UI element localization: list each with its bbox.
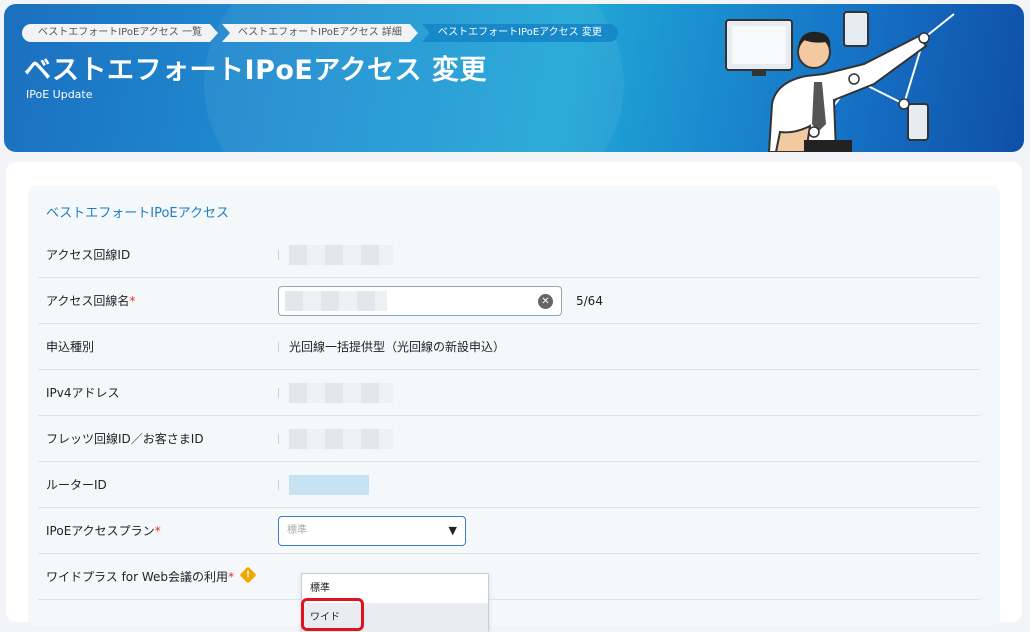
form-panel: ベストエフォートIPoEアクセス アクセス回線ID アクセス回線名* ✕ 5/6… bbox=[28, 186, 1000, 632]
wide-plus-label: ワイドプラス for Web会議の利用 bbox=[46, 570, 229, 584]
form-card: ベストエフォートIPoEアクセス アクセス回線ID アクセス回線名* ✕ 5/6… bbox=[6, 162, 1022, 632]
required-mark: * bbox=[228, 570, 235, 584]
row-access-line-id: アクセス回線ID bbox=[38, 232, 980, 278]
required-mark: * bbox=[129, 294, 136, 308]
breadcrumb-item-detail[interactable]: ベストエフォートIPoEアクセス 詳細 bbox=[222, 24, 418, 42]
breadcrumb-item-current: ベストエフォートIPoEアクセス 変更 bbox=[421, 24, 618, 42]
page-title: ベストエフォートIPoEアクセス 変更 bbox=[24, 55, 487, 86]
row-access-line-name: アクセス回線名* ✕ 5/64 bbox=[38, 278, 980, 324]
row-ipoe-plan: IPoEアクセスプラン* 標準 ▼ bbox=[38, 508, 980, 554]
row-application-type: 申込種別 光回線一括提供型（光回線の新設申込） bbox=[38, 324, 980, 370]
businessman-network-illustration bbox=[725, 11, 955, 152]
highlight-annotation-box bbox=[301, 598, 364, 631]
page-subtitle: IPoE Update bbox=[26, 88, 93, 101]
router-id-label: ルーターID bbox=[46, 478, 107, 492]
flets-id-label: フレッツ回線ID／お客さまID bbox=[46, 432, 204, 446]
access-line-id-label: アクセス回線ID bbox=[46, 248, 131, 262]
chevron-down-icon[interactable]: ▼ bbox=[449, 517, 457, 545]
warning-icon[interactable]: ! bbox=[239, 566, 257, 584]
application-type-value: 光回線一括提供型（光回線の新設申込） bbox=[289, 340, 506, 354]
row-ipv4-address: IPv4アドレス bbox=[38, 370, 980, 416]
row-wide-plus: ワイドプラス for Web会議の利用*! bbox=[38, 554, 980, 600]
row-router-id: ルーターID bbox=[38, 462, 980, 508]
masked-value bbox=[289, 382, 393, 403]
row-flets-id: フレッツ回線ID／お客さまID bbox=[38, 416, 980, 462]
ipoe-plan-select[interactable]: 標準 ▼ bbox=[278, 515, 466, 546]
masked-value bbox=[289, 474, 369, 495]
access-line-name-input[interactable]: ✕ bbox=[278, 285, 562, 316]
access-line-name-label: アクセス回線名 bbox=[46, 294, 130, 308]
access-line-id-value bbox=[278, 244, 393, 265]
breadcrumb-item-list[interactable]: ベストエフォートIPoEアクセス 一覧 bbox=[22, 24, 218, 42]
ipoe-plan-label: IPoEアクセスプラン bbox=[46, 524, 155, 538]
clear-icon[interactable]: ✕ bbox=[538, 293, 553, 309]
application-type-label: 申込種別 bbox=[46, 340, 95, 354]
masked-value bbox=[289, 244, 393, 265]
breadcrumb: ベストエフォートIPoEアクセス 一覧 ベストエフォートIPoEアクセス 詳細 … bbox=[22, 24, 622, 42]
select-placeholder: 標準 bbox=[287, 524, 307, 536]
page-header-banner: ベストエフォートIPoEアクセス 一覧 ベストエフォートIPoEアクセス 詳細 … bbox=[4, 4, 1024, 152]
required-mark: * bbox=[154, 524, 161, 538]
ipv4-address-label: IPv4アドレス bbox=[46, 386, 120, 400]
character-counter: 5/64 bbox=[576, 293, 603, 308]
section-title: ベストエフォートIPoEアクセス bbox=[46, 206, 229, 221]
masked-value bbox=[285, 290, 387, 311]
masked-value bbox=[289, 428, 393, 449]
